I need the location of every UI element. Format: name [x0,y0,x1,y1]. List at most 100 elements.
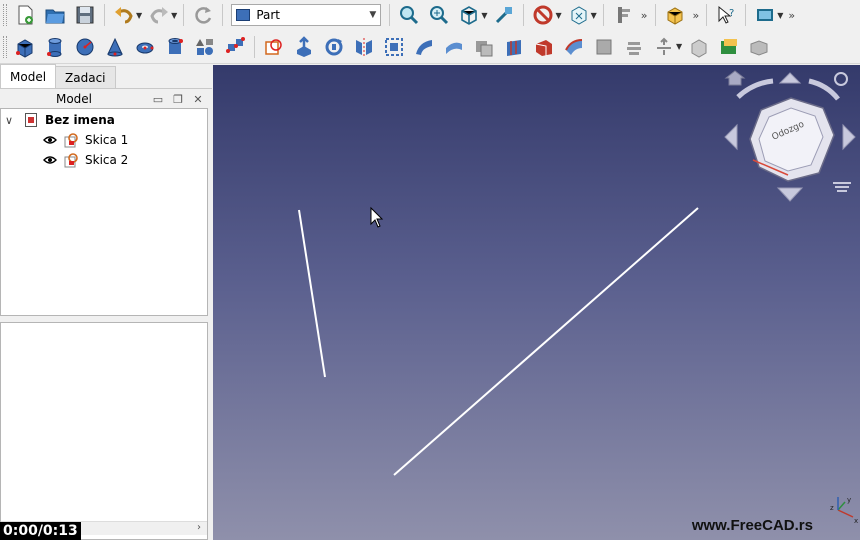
svg-text:y: y [847,496,851,504]
close-icon[interactable]: ✕ [188,93,208,106]
workbench-label: Part [256,8,281,22]
property-view: › [0,322,208,540]
sketch-icon [64,133,78,148]
std-view-dropdown-icon[interactable]: ▼ [777,11,783,20]
draw-style-dropdown-icon[interactable]: ▼ [481,11,487,20]
chevron-down-icon[interactable]: ∨ [5,114,19,127]
panel-title: Model [55,92,93,106]
cylinder-icon[interactable] [43,35,67,59]
watermark: www.FreeCAD.rs [691,517,813,534]
visibility-eye-icon[interactable] [43,135,57,145]
svg-text:z: z [830,504,834,512]
axis-cross: z x y [830,496,858,525]
part-workbench-icon [236,9,251,21]
shape-builder-icon[interactable] [223,35,247,59]
rotate-right-icon[interactable] [808,78,840,101]
nav-arrow-left-icon[interactable] [724,123,738,151]
measure-icon[interactable] [492,3,516,27]
toolbar-more-3-icon[interactable]: » [788,9,795,22]
part-box-icon[interactable] [663,3,687,27]
float-icon[interactable]: ❐ [168,93,188,106]
collapse-icon[interactable]: ▭ [148,93,168,106]
tree-item-label: Skica 2 [85,153,129,167]
tube-icon[interactable] [163,35,187,59]
revolve-icon[interactable] [322,35,346,59]
mouse-cursor-icon [370,206,384,228]
model-tree: ∨ Bez imena Skica 1 Skica 2 [0,108,208,316]
fit-selection-icon[interactable] [427,3,451,27]
no-entry-icon[interactable] [531,3,555,27]
no-entry-dropdown-icon[interactable]: ▼ [555,11,561,20]
new-document-icon[interactable] [13,3,37,27]
caliper-icon[interactable] [611,3,635,27]
redo-dropdown-icon[interactable]: ▼ [171,11,177,20]
tab-model[interactable]: Model [0,64,57,88]
undo-icon[interactable] [112,3,136,27]
document-label: Bez imena [45,113,115,127]
freecad-window: ▼ ▼ Part ▼ ▼ ▼ ▼ » » ? ▼ » ▼ Model Zadac… [0,0,860,540]
sweep-icon[interactable] [442,35,466,59]
toolbar-grip[interactable] [3,4,7,26]
tree-item-sketch-2[interactable]: Skica 2 [43,150,128,170]
tree-document-row[interactable]: ∨ Bez imena [5,110,115,130]
primitives-icon[interactable] [193,35,217,59]
sketch-icon [64,153,78,168]
sphere-icon[interactable] [73,35,97,59]
chevron-right-icon[interactable]: › [197,522,201,533]
fillet-icon[interactable] [382,35,406,59]
extrude-icon[interactable] [292,35,316,59]
nav-arrow-up-icon[interactable] [778,72,802,84]
cone-icon[interactable] [103,35,127,59]
loft-icon[interactable] [412,35,436,59]
model-panel-header: Model ▭ ❐ ✕ [0,90,208,108]
workbench-selector[interactable]: Part ▼ [231,4,382,26]
save-document-icon[interactable] [73,3,97,27]
cross-sections-icon[interactable] [502,35,526,59]
part-container-icon[interactable] [747,35,771,59]
undo-dropdown-icon[interactable]: ▼ [136,11,142,20]
draw-style-icon[interactable] [457,3,481,27]
home-icon[interactable] [724,70,746,86]
tree-item-sketch-1[interactable]: Skica 1 [43,130,128,150]
nav-arrow-right-icon[interactable] [842,123,856,151]
std-view-icon[interactable] [753,3,777,27]
redo-icon[interactable] [147,3,171,27]
projection-icon[interactable] [592,35,616,59]
thickness-icon[interactable] [562,35,586,59]
view-menu-icon[interactable] [834,72,848,86]
3d-view[interactable]: Odozgo z x y www.FreeCAD.rs [213,65,860,540]
compound-icon[interactable] [622,35,646,59]
torus-icon[interactable] [133,35,157,59]
refresh-icon[interactable] [191,3,215,27]
sketch-2-line[interactable] [393,207,699,476]
nav-arrow-down-icon[interactable] [776,187,804,202]
part-toolbar: ▼ [0,30,860,64]
scene-canvas[interactable]: Odozgo z x y [213,65,860,540]
boolean-icon[interactable] [652,35,676,59]
view-options-icon[interactable] [833,182,851,192]
open-document-icon[interactable] [43,3,67,27]
sketch-1-line[interactable] [298,209,326,378]
combo-view: Model Zadaci Model ▭ ❐ ✕ ∨ Bez imena Ski… [0,64,212,540]
whats-this-icon[interactable]: ? [714,3,738,27]
svg-text:?: ? [729,8,734,19]
fit-all-icon[interactable] [397,3,421,27]
offset-icon[interactable] [532,35,556,59]
toolbar-more-2-icon[interactable]: » [693,9,700,22]
navigation-cube[interactable]: Odozgo [724,70,856,202]
view-box-dropdown-icon[interactable]: ▼ [591,11,597,20]
rotate-left-icon[interactable] [736,78,774,99]
defeaturing-icon[interactable] [717,35,741,59]
tab-tasks[interactable]: Zadaci [55,66,116,88]
check-geometry-icon[interactable] [687,35,711,59]
boolean-dropdown-icon[interactable]: ▼ [676,42,682,51]
cube-icon[interactable] [13,35,37,59]
toolbar-grip-2[interactable] [3,35,7,58]
view-box-icon[interactable] [567,3,591,27]
section-icon[interactable] [472,35,496,59]
tree-item-label: Skica 1 [85,133,129,147]
sketch-attach-icon[interactable] [262,35,286,59]
visibility-eye-icon[interactable] [43,155,57,165]
mirror-icon[interactable] [352,35,376,59]
toolbar-more-icon[interactable]: » [641,9,648,22]
